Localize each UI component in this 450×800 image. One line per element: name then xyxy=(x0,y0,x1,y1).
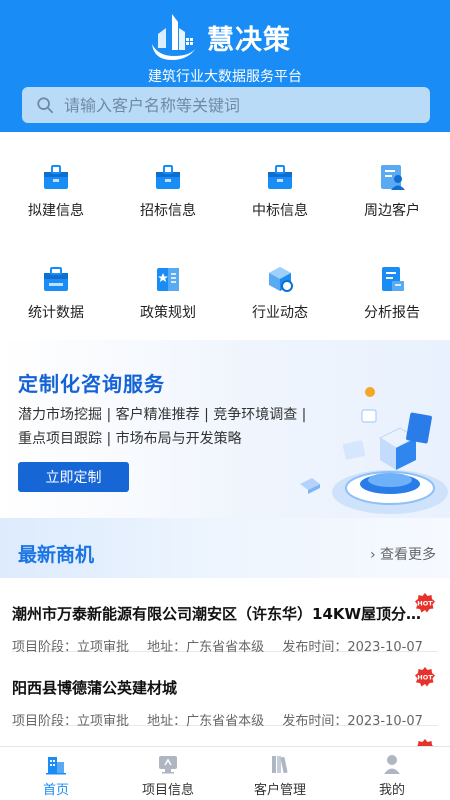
search-bar[interactable] xyxy=(22,87,430,123)
item-date: 发布时间：2023-10-07 xyxy=(282,714,423,729)
consulting-illustration-icon xyxy=(300,387,448,514)
report-icon xyxy=(382,267,404,291)
books-icon xyxy=(272,756,288,774)
section-title: 最新商机 xyxy=(18,544,95,566)
list-item[interactable]: HOT 阳西县博德蒲公英建材城 项目阶段：立项审批 地址：广东省省本级 发布时间… xyxy=(12,652,438,729)
feature-menu: 拟建信息 招标信息 中标信息 周边客户 统计数据 政策规划 行业动态 分析报告 xyxy=(0,132,450,340)
tab-project-info[interactable]: 项目信息 xyxy=(112,747,224,800)
user-icon xyxy=(384,755,400,774)
banner-service-line-1: 潜力市场挖掘 | 客户精准推荐 | 竞争环境调查 | xyxy=(18,407,307,423)
menu-label: 统计数据 xyxy=(28,305,84,321)
app-name: 慧决策 xyxy=(207,25,291,56)
chevron-right-icon: › xyxy=(369,547,376,563)
logo-icon xyxy=(152,14,196,60)
menu-label: 政策规划 xyxy=(140,305,196,321)
tab-home[interactable]: 首页 xyxy=(0,747,112,800)
item-address: 地址：广东省省本级 xyxy=(147,714,265,729)
search-input[interactable] xyxy=(64,95,430,115)
app-subtitle: 建筑行业大数据服务平台 xyxy=(148,69,302,85)
toolbox-icon xyxy=(44,267,68,291)
briefcase-icon xyxy=(156,165,180,189)
list-item[interactable]: HOT 潮州市万泰新能源有限公司潮安区（许东华）14KW屋顶分布式光伏发电项目 … xyxy=(12,578,438,655)
menu-item-proposed[interactable]: 拟建信息 xyxy=(0,162,112,220)
menu-item-statistics[interactable]: 统计数据 xyxy=(0,264,112,322)
search-icon xyxy=(37,97,54,114)
menu-label: 分析报告 xyxy=(364,305,420,321)
menu-item-award[interactable]: 中标信息 xyxy=(224,162,336,220)
buildings-icon xyxy=(46,757,66,775)
item-meta: 项目阶段：立项审批 地址：广东省省本级 发布时间：2023-10-07 xyxy=(12,710,437,729)
menu-item-tender[interactable]: 招标信息 xyxy=(112,162,224,220)
tab-label: 我的 xyxy=(378,783,405,798)
menu-label: 拟建信息 xyxy=(28,203,84,219)
view-more-label: 查看更多 xyxy=(380,547,436,563)
item-title: 阳西县博德蒲公英建材城 xyxy=(12,679,178,697)
item-title: 潮州市万泰新能源有限公司潮安区（许东华）14KW屋顶分布式光伏发电项目 xyxy=(12,605,422,623)
item-stage: 项目阶段：立项审批 xyxy=(12,714,130,729)
tab-label: 客户管理 xyxy=(253,783,306,798)
latest-opportunities-header: 最新商机 › 查看更多 xyxy=(0,518,450,578)
tab-me[interactable]: 我的 xyxy=(336,747,448,800)
menu-label: 行业动态 xyxy=(252,305,308,321)
monitor-icon xyxy=(159,756,177,774)
menu-label: 招标信息 xyxy=(140,203,196,219)
header: 慧决策 建筑行业大数据服务平台 xyxy=(0,0,450,132)
menu-label: 中标信息 xyxy=(252,203,308,219)
opportunity-list: HOT 潮州市万泰新能源有限公司潮安区（许东华）14KW屋顶分布式光伏发电项目 … xyxy=(0,578,450,746)
menu-item-reports[interactable]: 分析报告 xyxy=(336,264,448,322)
banner-title: 定制化咨询服务 xyxy=(18,372,165,396)
briefcase-icon xyxy=(268,165,292,189)
tab-label: 首页 xyxy=(42,783,69,798)
tab-label: 项目信息 xyxy=(141,783,194,798)
customize-now-button[interactable]: 立即定制 xyxy=(18,462,129,492)
consulting-banner[interactable]: 定制化咨询服务 潜力市场挖掘 | 客户精准推荐 | 竞争环境调查 | 重点项目跟… xyxy=(0,340,450,518)
view-more-link[interactable]: › 查看更多 xyxy=(370,544,436,564)
menu-item-nearby-clients[interactable]: 周边客户 xyxy=(336,162,448,220)
tab-client-management[interactable]: 客户管理 xyxy=(224,747,336,800)
cube-icon xyxy=(269,267,293,292)
star-book-icon xyxy=(157,268,179,291)
hot-badge-icon xyxy=(416,739,434,746)
menu-item-policy[interactable]: 政策规划 xyxy=(112,264,224,322)
menu-item-industry-news[interactable]: 行业动态 xyxy=(224,264,336,322)
menu-label: 周边客户 xyxy=(364,203,420,219)
bottom-tab-bar: 首页 项目信息 客户管理 我的 xyxy=(0,746,450,800)
briefcase-icon xyxy=(44,165,68,189)
banner-service-line-2: 重点项目跟踪 | 市场布局与开发策略 xyxy=(18,431,242,447)
contact-card-icon xyxy=(381,165,405,190)
